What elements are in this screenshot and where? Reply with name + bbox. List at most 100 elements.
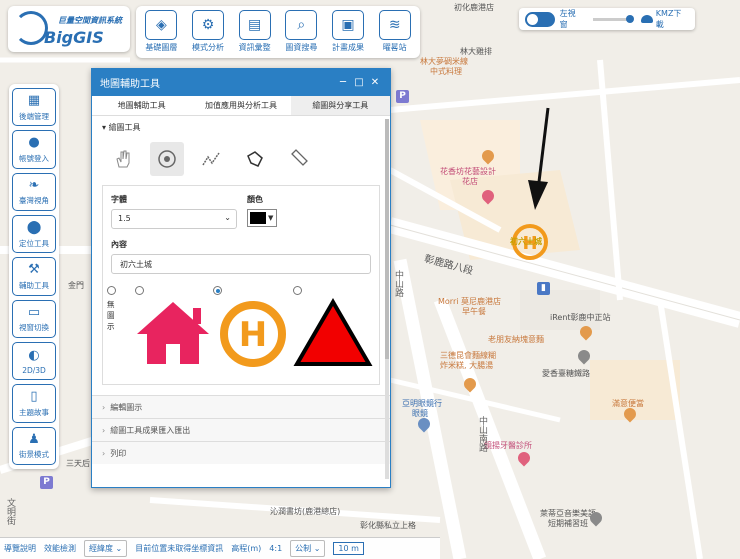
chevron-down-icon: ⌄ — [224, 213, 231, 222]
polygon-tool-button[interactable] — [238, 142, 272, 176]
maximize-button[interactable]: □ — [352, 77, 366, 88]
map-label: 中式料理 — [430, 67, 462, 76]
color-picker[interactable]: ▼ — [247, 209, 277, 227]
dashboard-icon: ▦ — [27, 93, 41, 109]
point-tool-button[interactable] — [150, 142, 184, 176]
map-marker-label: 初六土城 — [510, 237, 542, 246]
heliport-symbol-icon[interactable]: H — [213, 298, 293, 368]
unit-value: 公制 — [295, 544, 312, 553]
kmz-download-button[interactable]: KMZ下載 — [640, 8, 689, 30]
sidebar-item-story[interactable]: ▯ 主題故事 — [12, 384, 56, 423]
dialog-title: 地圖輔助工具 — [100, 79, 160, 90]
toolbar-label: 模式分析 — [192, 43, 224, 52]
toolbar-search-button[interactable]: ⌕ 圖資搜尋 — [279, 10, 324, 54]
dialog-titlebar[interactable]: 地圖輔助工具 ─ □ ✕ — [92, 69, 390, 96]
toolbar-results-button[interactable]: ▣ 計畫成果 — [326, 10, 371, 54]
coordinate-system-select[interactable]: 經緯度 ⌄ — [84, 540, 128, 557]
window-controls: 左視窗 KMZ下載 — [519, 8, 695, 30]
opacity-slider[interactable] — [593, 14, 634, 23]
triangle-symbol-icon[interactable] — [293, 298, 373, 368]
map-label: 林大雞排 — [460, 47, 492, 56]
color-label: 顏色 — [247, 195, 263, 204]
left-window-toggle[interactable] — [525, 11, 555, 27]
minimize-button[interactable]: ─ — [336, 77, 350, 88]
hand-icon — [116, 150, 130, 168]
map-label: 早午餐 — [462, 307, 486, 316]
user-icon: ● — [28, 135, 40, 151]
sidebar-item-window-switch[interactable]: ▭ 視窗切換 — [12, 299, 56, 338]
pan-tool-button[interactable] — [106, 142, 140, 176]
tab-analysis-tools[interactable]: 加值應用與分析工具 — [191, 96, 290, 115]
heliport-symbol-radio[interactable] — [213, 286, 222, 295]
performance-link[interactable]: 效能檢測 — [44, 543, 76, 554]
map-label: iRent彰鹿中正站 — [550, 313, 611, 322]
content-group: 內容 初六土城 — [111, 239, 371, 274]
guide-link[interactable]: 導覽說明 — [4, 543, 36, 554]
accordion-label: 編輯圖示 — [110, 403, 143, 412]
tab-map-tools[interactable]: 地圖輔助工具 — [92, 96, 191, 115]
water-icon: ≋ — [378, 10, 411, 40]
sidebar-item-label: 輔助工具 — [19, 280, 49, 290]
map-label: 中山南路 — [477, 416, 487, 452]
draw-tools-section-header[interactable]: ▾ 繪圖工具 — [92, 116, 390, 139]
chevron-right-icon: › — [102, 449, 106, 458]
line-tool-button[interactable] — [194, 142, 228, 176]
house-symbol-radio[interactable] — [135, 286, 144, 295]
no-icon-radio[interactable] — [107, 286, 116, 295]
house-symbol-icon[interactable] — [133, 298, 213, 368]
map-label: 文明街 — [5, 498, 15, 525]
sidebar-item-taiwan-view[interactable]: ❧ 臺灣視角 — [12, 172, 56, 211]
toolbar-basemap-button[interactable]: ◈ 基礎圖層 — [139, 10, 184, 54]
section-title: 繪圖工具 — [108, 123, 141, 132]
sidebar-item-login[interactable]: ● 帳號登入 — [12, 130, 56, 169]
map-label: 老朋友納塊意麵 — [488, 335, 544, 344]
measure-tool-button[interactable] — [282, 142, 316, 176]
map-label: 中山路 — [393, 270, 403, 297]
polygon-icon — [247, 151, 263, 167]
point-icon — [158, 150, 176, 168]
cloud-download-icon — [640, 15, 653, 23]
sidebar-item-2d3d[interactable]: ◐ 2D/3D — [12, 341, 56, 381]
accordion-edit-icons[interactable]: › 編輯圖示 — [92, 395, 390, 418]
close-button[interactable]: ✕ — [368, 77, 382, 88]
font-size-select[interactable]: 1.5 ⌄ — [111, 209, 237, 229]
symbol-settings-panel: 字體 1.5 ⌄ 顏色 ▼ 內容 初六土城 無圖示 H — [102, 185, 380, 385]
sidebar-item-map-tools[interactable]: ⚒ 輔助工具 — [12, 257, 56, 296]
map-label: 炸米糕, 大腸湯 — [440, 361, 494, 370]
map-label: 短期補習班 — [548, 519, 588, 528]
toolbar-info-button[interactable]: ▤ 資訊彙整 — [232, 10, 277, 54]
accordion-import-export[interactable]: › 繪圖工具成果匯入匯出 — [92, 418, 390, 441]
scale-bar: 10 m — [333, 542, 364, 555]
tab-draw-share[interactable]: 繪圖與分享工具 — [290, 96, 390, 115]
color-swatch — [250, 212, 266, 224]
toolbar-analysis-button[interactable]: ⚙ 模式分析 — [186, 10, 231, 54]
sidebar-item-locate[interactable]: ⬤ 定位工具 — [12, 214, 56, 254]
toolbar-label: 資訊彙整 — [238, 43, 271, 52]
sidebar-item-street-view[interactable]: ♟ 街景模式 — [12, 426, 56, 465]
parking-icon[interactable]: P — [40, 476, 53, 489]
draw-tools-row — [92, 139, 390, 179]
kmz-label: KMZ下載 — [655, 9, 682, 29]
layers-icon: ◈ — [145, 10, 178, 40]
position-readout: 目前位置未取得坐標資訊 — [135, 544, 224, 553]
caret-down-icon: ▼ — [268, 214, 274, 222]
triangle-symbol-radio[interactable] — [293, 286, 302, 295]
logo-mark-icon — [14, 11, 48, 45]
toolbar-label: 計畫成果 — [332, 43, 365, 52]
accordion-label: 列印 — [110, 449, 127, 458]
window-icon: ▭ — [27, 304, 41, 320]
dialog-scrollbar[interactable] — [385, 119, 389, 479]
parking-icon[interactable]: P — [396, 90, 409, 103]
toolbar-label: 曜晷站 — [382, 43, 407, 52]
accordion-print[interactable]: › 列印 — [92, 441, 390, 464]
unit-select[interactable]: 公制 ⌄ — [290, 540, 326, 557]
bus-stop-icon[interactable]: ▮ — [537, 282, 550, 295]
content-label: 內容 — [111, 240, 127, 249]
map-tool-icon: ⚒ — [28, 262, 40, 278]
sidebar-item-admin[interactable]: ▦ 後端管理 — [12, 88, 56, 127]
chevron-right-icon: › — [102, 403, 106, 412]
content-input[interactable]: 初六土城 — [111, 254, 371, 274]
toolbar-station-button[interactable]: ≋ 曜晷站 — [372, 10, 417, 54]
book-icon: ▯ — [30, 389, 38, 405]
accordion-label: 繪圖工具成果匯入匯出 — [110, 426, 191, 435]
